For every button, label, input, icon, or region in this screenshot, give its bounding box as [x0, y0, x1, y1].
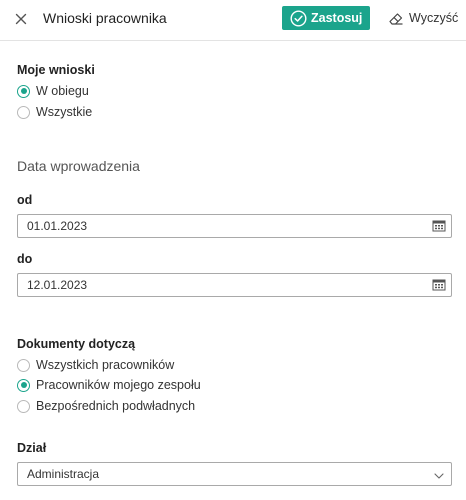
- clear-button[interactable]: Wyczyść: [387, 8, 458, 28]
- date-entry-heading: Data wprowadzenia: [17, 158, 140, 174]
- department-selected-value: Administracja: [27, 467, 100, 481]
- radio-label: Wszystkich pracowników: [36, 358, 175, 372]
- documents-concern-label: Dokumenty dotyczą: [17, 337, 136, 351]
- calendar-icon[interactable]: [432, 278, 446, 292]
- radio-all-employees[interactable]: Wszystkich pracowników: [17, 357, 174, 373]
- clear-button-label: Wyczyść: [409, 11, 459, 25]
- radio-circle: [17, 399, 30, 413]
- eraser-icon: [387, 9, 405, 27]
- panel-header: Wnioski pracownika Zastosuj Wyczyść: [0, 0, 466, 41]
- close-icon: [15, 13, 27, 25]
- chevron-down-icon[interactable]: [433, 469, 445, 481]
- radio-direct-reports[interactable]: Bezpośrednich podwładnych: [17, 398, 195, 414]
- date-to-field[interactable]: 12.01.2023: [17, 273, 452, 297]
- date-from-label: od: [17, 193, 33, 207]
- radio-label: W obiegu: [36, 84, 89, 98]
- radio-all[interactable]: Wszystkie: [17, 104, 92, 120]
- radio-label: Wszystkie: [36, 105, 93, 119]
- department-label: Dział: [17, 441, 47, 455]
- apply-button-label: Zastosuj: [311, 11, 363, 25]
- radio-in-circulation[interactable]: W obiegu: [17, 83, 89, 99]
- radio-label: Bezpośrednich podwładnych: [36, 399, 196, 413]
- radio-circle: [17, 378, 30, 392]
- check-circle-icon: [290, 9, 307, 27]
- date-from-value: 01.01.2023: [27, 219, 88, 233]
- radio-circle: [17, 358, 30, 372]
- close-button[interactable]: [11, 9, 31, 29]
- panel-title: Wnioski pracownika: [43, 10, 167, 26]
- calendar-icon[interactable]: [432, 219, 446, 233]
- radio-my-team[interactable]: Pracowników mojego zespołu: [17, 377, 201, 393]
- my-requests-label: Moje wnioski: [17, 63, 95, 77]
- radio-label: Pracowników mojego zespołu: [36, 378, 201, 392]
- date-from-field[interactable]: 01.01.2023: [17, 214, 452, 238]
- date-to-label: do: [17, 252, 33, 266]
- radio-circle: [17, 84, 30, 98]
- date-to-value: 12.01.2023: [27, 278, 88, 292]
- apply-button[interactable]: Zastosuj: [282, 6, 370, 30]
- department-select[interactable]: Administracja: [17, 462, 452, 486]
- radio-circle: [17, 105, 30, 119]
